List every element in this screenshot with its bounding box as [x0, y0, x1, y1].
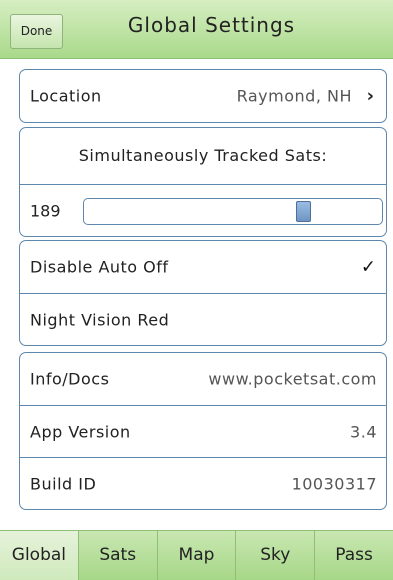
disable-auto-off-row[interactable]: Disable Auto Off ✓: [20, 241, 386, 293]
tracked-sats-label: Simultaneously Tracked Sats:: [78, 146, 328, 165]
slider-thumb[interactable]: [296, 201, 311, 222]
night-vision-red-row[interactable]: Night Vision Red: [20, 293, 386, 345]
nav-bar: Done Global Settings: [0, 0, 393, 59]
build-id-label: Build ID: [30, 474, 97, 493]
location-row[interactable]: Location Raymond, NH ›: [20, 70, 386, 122]
app-version-value: 3.4: [350, 422, 377, 441]
location-label: Location: [30, 86, 102, 106]
tab-pass[interactable]: Pass: [314, 531, 393, 580]
app-version-row: App Version 3.4: [20, 405, 386, 457]
app-version-label: App Version: [30, 422, 131, 441]
tracked-sats-slider-row: 189: [20, 184, 386, 236]
chevron-right-icon: ›: [366, 85, 374, 107]
tab-sats[interactable]: Sats: [77, 531, 157, 580]
info-docs-row[interactable]: Info/Docs www.pocketsat.com: [20, 353, 386, 405]
page-title: Global Settings: [127, 13, 296, 37]
tracked-sats-group: Simultaneously Tracked Sats: 189: [19, 127, 387, 237]
location-value: Raymond, NH: [236, 86, 352, 106]
toggles-group: Disable Auto Off ✓ Night Vision Red: [19, 240, 387, 346]
tracked-sats-header: Simultaneously Tracked Sats:: [20, 128, 386, 184]
tracked-sats-value: 189: [30, 201, 61, 220]
tab-global[interactable]: Global: [0, 531, 78, 580]
night-vision-red-label: Night Vision Red: [30, 310, 170, 329]
tab-bar: Global Sats Map Sky Pass: [0, 530, 393, 580]
info-group: Info/Docs www.pocketsat.com App Version …: [19, 352, 387, 510]
done-button[interactable]: Done: [10, 14, 63, 49]
tab-map[interactable]: Map: [156, 531, 236, 580]
location-group: Location Raymond, NH ›: [19, 69, 387, 123]
build-id-value: 10030317: [291, 474, 377, 493]
info-docs-label: Info/Docs: [30, 369, 110, 389]
disable-auto-off-label: Disable Auto Off: [30, 257, 169, 277]
checkmark-icon: ✓: [360, 256, 376, 278]
build-id-row: Build ID 10030317: [20, 457, 386, 509]
tab-sky[interactable]: Sky: [235, 531, 315, 580]
tracked-sats-slider[interactable]: [83, 198, 383, 225]
info-docs-value[interactable]: www.pocketsat.com: [208, 370, 377, 389]
